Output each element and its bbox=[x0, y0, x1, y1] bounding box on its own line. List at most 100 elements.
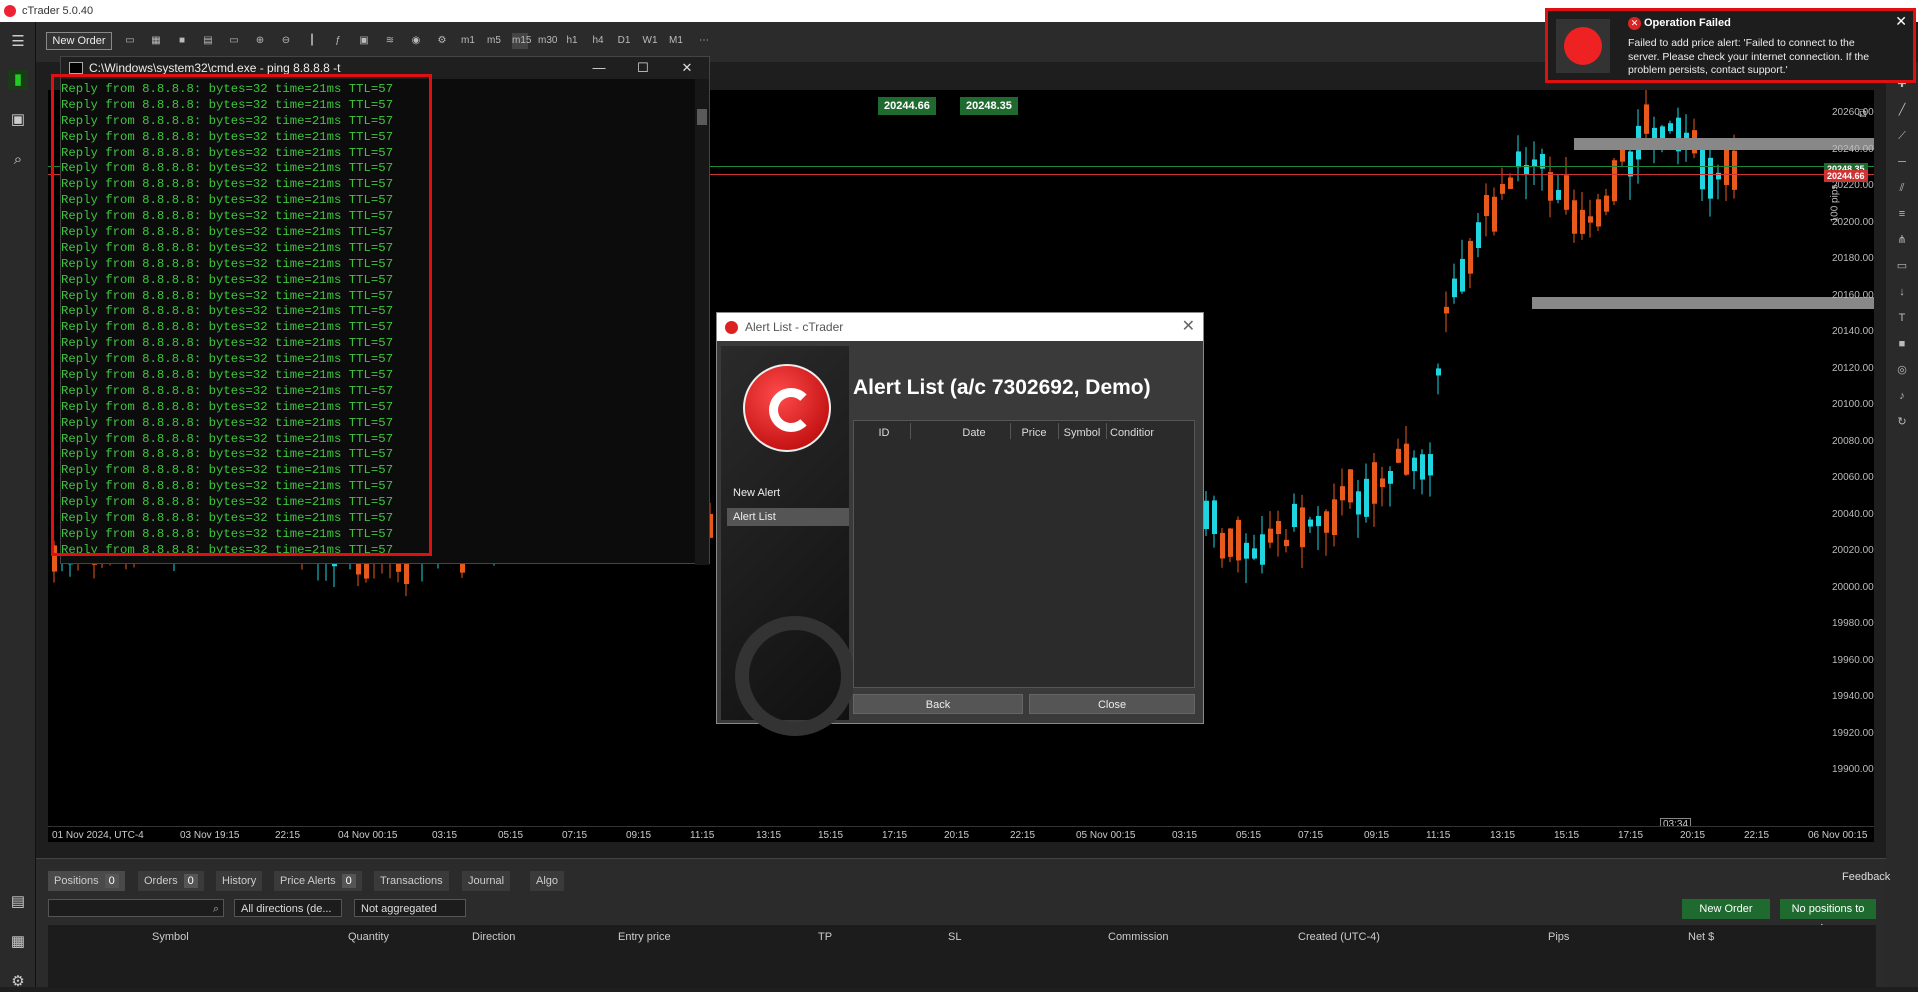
sidebar-item-alert-list[interactable]: Alert List bbox=[727, 508, 849, 526]
alert-bell-icon[interactable]: ♪ bbox=[1894, 388, 1910, 404]
tf-m30[interactable]: m30 bbox=[538, 33, 557, 49]
fibonacci-tool-icon[interactable]: ≡ bbox=[1894, 206, 1910, 222]
window-close-button[interactable]: ✕ bbox=[667, 57, 707, 79]
price-tick: 20240.00 bbox=[1832, 143, 1874, 155]
visibility-icon[interactable]: ◉ bbox=[408, 33, 424, 49]
store-icon[interactable]: ▦ bbox=[8, 932, 28, 952]
tf-w1[interactable]: W1 bbox=[642, 33, 658, 49]
candles-icon[interactable]: ┃ bbox=[304, 33, 320, 49]
tab-orders[interactable]: Orders 0 bbox=[138, 871, 204, 891]
line-tool-icon[interactable]: ╱ bbox=[1894, 102, 1910, 118]
screenshot-icon[interactable]: ◎ bbox=[1894, 362, 1910, 378]
feedback-button[interactable]: Feedback bbox=[1842, 871, 1890, 883]
more-icon[interactable]: ⋯ bbox=[696, 33, 712, 49]
tab-positions[interactable]: Positions 0 bbox=[48, 871, 125, 891]
trade-icon[interactable]: ▮ bbox=[8, 70, 28, 90]
toast-title: Operation Failed bbox=[1644, 17, 1731, 29]
direction-filter[interactable]: All directions (de... bbox=[234, 899, 342, 917]
candle-body bbox=[1212, 500, 1217, 534]
cmd-title: C:\Windows\system32\cmd.exe - ping 8.8.8… bbox=[89, 61, 341, 75]
menu-icon[interactable]: ☰ bbox=[8, 32, 28, 52]
chart-mode-icon[interactable]: ▭ bbox=[122, 33, 138, 49]
pitchfork-tool-icon[interactable]: ⋔ bbox=[1894, 232, 1910, 248]
col-tp[interactable]: TP bbox=[818, 931, 832, 943]
tab-history[interactable]: History bbox=[216, 871, 263, 891]
analyze-icon[interactable]: ⌕ bbox=[8, 150, 28, 170]
col-entry-price[interactable]: Entry price bbox=[618, 931, 671, 943]
rectangle-tool-icon[interactable]: ▭ bbox=[1894, 258, 1910, 274]
col-symbol[interactable]: Symbol bbox=[152, 931, 189, 943]
candle-body bbox=[1436, 368, 1441, 376]
close-button[interactable]: Close bbox=[1029, 694, 1195, 714]
bottom-new-order-button[interactable]: New Order bbox=[1682, 899, 1770, 919]
channel-tool-icon[interactable]: ⫽ bbox=[1894, 180, 1910, 196]
hline-tool-icon[interactable]: ─ bbox=[1894, 154, 1910, 170]
arrow-tool-icon[interactable]: ↓ bbox=[1894, 284, 1910, 300]
alert-dialog-close-icon[interactable]: ✕ bbox=[1182, 313, 1195, 341]
tab-algo[interactable]: Algo bbox=[530, 871, 565, 891]
layout-grid-icon[interactable]: ▦ bbox=[148, 33, 164, 49]
algo-icon[interactable]: ▣ bbox=[8, 110, 28, 130]
tf-m1[interactable]: m1 bbox=[460, 33, 476, 49]
robots-icon[interactable]: ▣ bbox=[356, 33, 372, 49]
ray-tool-icon[interactable]: ⟋ bbox=[1894, 128, 1910, 144]
col-id[interactable]: ID bbox=[874, 427, 894, 439]
col-condition[interactable]: Condition bbox=[1110, 427, 1154, 439]
chart-type-icon[interactable]: ▭ bbox=[226, 33, 242, 49]
col-pips[interactable]: Pips bbox=[1548, 931, 1569, 943]
aggregation-filter[interactable]: Not aggregated bbox=[354, 899, 466, 917]
tf-d1[interactable]: D1 bbox=[616, 33, 632, 49]
close-all-button[interactable]: No positions to close bbox=[1780, 899, 1876, 935]
price-tick: 19960.00 bbox=[1832, 654, 1874, 666]
tf-h1[interactable]: h1 bbox=[564, 33, 580, 49]
fill-tool-icon[interactable]: ■ bbox=[1894, 336, 1910, 352]
col-direction[interactable]: Direction bbox=[472, 931, 515, 943]
layout-single-icon[interactable]: ■ bbox=[174, 33, 190, 49]
time-tick: 03:15 bbox=[432, 830, 458, 841]
col-price[interactable]: Price bbox=[1014, 427, 1054, 439]
cmd-scrollbar[interactable] bbox=[695, 79, 709, 565]
alert-dialog-titlebar[interactable]: Alert List - cTrader ✕ bbox=[717, 313, 1203, 341]
tab-transactions[interactable]: Transactions bbox=[374, 871, 449, 891]
alert-list-dialog[interactable]: Alert List - cTrader ✕ New Alert Alert L… bbox=[716, 312, 1204, 736]
col-sl[interactable]: SL bbox=[948, 931, 961, 943]
error-toast[interactable]: ✕ Operation Failed Failed to add price a… bbox=[1545, 8, 1916, 83]
copy-icon[interactable]: ▤ bbox=[8, 892, 28, 912]
zoom-in-icon[interactable]: ⊕ bbox=[252, 33, 268, 49]
back-button[interactable]: Back bbox=[853, 694, 1023, 714]
price-tick: 20040.00 bbox=[1832, 508, 1874, 520]
cmd-scroll-thumb[interactable] bbox=[697, 109, 707, 125]
candle-body bbox=[1308, 519, 1313, 527]
toast-close-icon[interactable]: ✕ bbox=[1895, 13, 1907, 30]
indicators-icon[interactable]: ƒ bbox=[330, 33, 346, 49]
col-commission[interactable]: Commission bbox=[1108, 931, 1169, 943]
sidebar-item-new-alert[interactable]: New Alert bbox=[727, 484, 849, 502]
bid-badge[interactable]: 20244.66 bbox=[878, 97, 936, 115]
tab-price-alerts[interactable]: Price Alerts 0 bbox=[274, 871, 362, 891]
tf-mn1[interactable]: M1 bbox=[668, 33, 684, 49]
alert-table[interactable]: ID Date Price Symbol Condition bbox=[853, 420, 1195, 688]
settings-icon[interactable]: ⚙ bbox=[8, 972, 28, 992]
col-symbol[interactable]: Symbol bbox=[1062, 427, 1102, 439]
tf-m15[interactable]: m15 bbox=[512, 33, 531, 49]
col-created-utc-[interactable]: Created (UTC-4) bbox=[1298, 931, 1380, 943]
position-search-input[interactable]: ⌕ bbox=[48, 899, 224, 917]
layout-split-icon[interactable]: ▤ bbox=[200, 33, 216, 49]
candle-body bbox=[1572, 200, 1577, 234]
new-order-button[interactable]: New Order bbox=[46, 32, 112, 50]
col-net-[interactable]: Net $ bbox=[1688, 931, 1714, 943]
tf-h4[interactable]: h4 bbox=[590, 33, 606, 49]
ctrader-logo-icon bbox=[4, 5, 16, 17]
col-quantity[interactable]: Quantity bbox=[348, 931, 389, 943]
minimize-button[interactable]: — bbox=[579, 57, 619, 79]
templates-icon[interactable]: ≋ bbox=[382, 33, 398, 49]
tab-journal[interactable]: Journal bbox=[462, 871, 511, 891]
maximize-button[interactable]: ☐ bbox=[623, 57, 663, 79]
tf-m5[interactable]: m5 bbox=[486, 33, 502, 49]
chart-settings-icon[interactable]: ⚙ bbox=[434, 33, 450, 49]
ask-badge[interactable]: 20248.35 bbox=[960, 97, 1018, 115]
zoom-out-icon[interactable]: ⊖ bbox=[278, 33, 294, 49]
text-tool-icon[interactable]: T bbox=[1894, 310, 1910, 326]
price-tick: 20080.00 bbox=[1832, 435, 1874, 447]
replay-icon[interactable]: ↻ bbox=[1894, 414, 1910, 430]
